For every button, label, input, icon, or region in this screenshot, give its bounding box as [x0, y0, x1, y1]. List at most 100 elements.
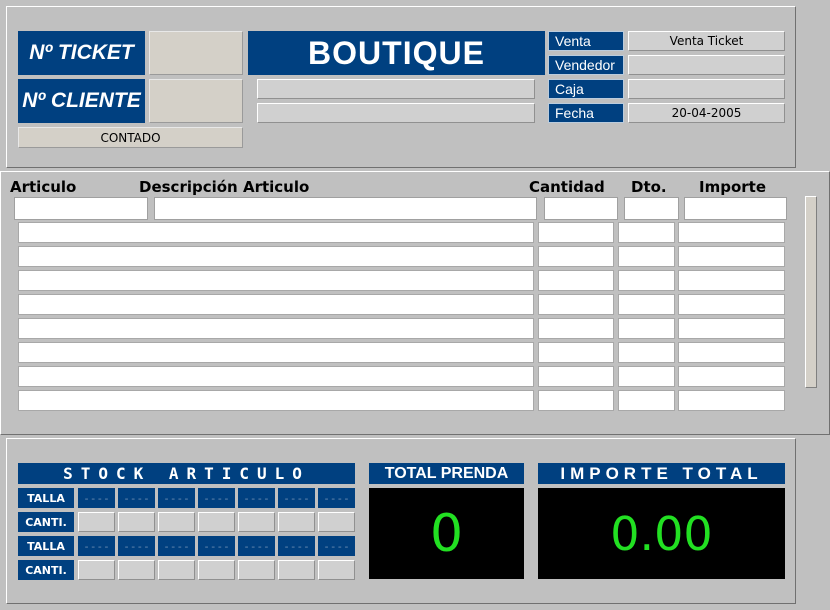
talla-cell: ---- [238, 488, 275, 508]
talla-cell: ---- [278, 488, 315, 508]
line-desc-cell[interactable] [18, 294, 534, 315]
total-prenda-display: 0 [369, 488, 524, 579]
col-header-dto: Dto. [631, 178, 667, 196]
cliente-number-field[interactable] [149, 79, 243, 123]
caja-label: Caja [548, 79, 624, 99]
line-dto-cell[interactable] [618, 342, 675, 363]
line-dto-cell[interactable] [618, 294, 675, 315]
canti-cell [318, 560, 355, 580]
line-importe-cell[interactable] [678, 342, 785, 363]
caja-field[interactable] [628, 79, 785, 99]
talla-cell: ---- [198, 536, 235, 556]
lines-scrollbar[interactable] [805, 196, 817, 388]
canti-cell [238, 512, 275, 532]
col-header-cantidad: Cantidad [529, 178, 605, 196]
talla-cell: ---- [78, 488, 115, 508]
importe-total-label: IMPORTE TOTAL [538, 463, 785, 484]
cantidad-input[interactable] [544, 197, 618, 220]
line-desc-cell[interactable] [18, 390, 534, 411]
importe-total-value: 0.00 [610, 506, 713, 561]
col-header-importe: Importe [699, 178, 766, 196]
canti-cell [78, 560, 115, 580]
col-header-articulo: Articulo [10, 178, 77, 196]
talla-cell: ---- [78, 536, 115, 556]
talla-cell: ---- [158, 488, 195, 508]
line-dto-cell[interactable] [618, 246, 675, 267]
total-prenda-label: TOTAL PRENDA [369, 463, 524, 484]
fecha-label: Fecha [548, 103, 624, 123]
talla-cell: ---- [318, 488, 355, 508]
line-importe-cell[interactable] [678, 366, 785, 387]
descripcion-input[interactable] [154, 197, 537, 220]
canti-cell [78, 512, 115, 532]
canti-cell [198, 560, 235, 580]
line-desc-cell[interactable] [18, 318, 534, 339]
canti-cell [118, 560, 155, 580]
ticket-label: Nº TICKET [18, 31, 145, 75]
talla-cell: ---- [318, 536, 355, 556]
canti-cell [278, 512, 315, 532]
line-desc-cell[interactable] [18, 270, 534, 291]
articulo-input[interactable] [14, 197, 148, 220]
canti-cell [158, 560, 195, 580]
talla-cell: ---- [118, 536, 155, 556]
importe-total-display: 0.00 [538, 488, 785, 579]
talla-cell: ---- [278, 536, 315, 556]
vendedor-label: Vendedor [548, 55, 624, 75]
line-cantidad-cell[interactable] [538, 366, 614, 387]
line-importe-cell[interactable] [678, 294, 785, 315]
line-cantidad-cell[interactable] [538, 342, 614, 363]
canti-cell [158, 512, 195, 532]
line-importe-cell[interactable] [678, 270, 785, 291]
line-cantidad-cell[interactable] [538, 270, 614, 291]
col-header-descripcion: Descripción Articulo [139, 178, 310, 196]
talla-cell: ---- [198, 488, 235, 508]
venta-field[interactable]: Venta Ticket [628, 31, 785, 51]
canti-label: CANTI. [18, 560, 74, 580]
line-importe-cell[interactable] [678, 222, 785, 243]
canti-cell [118, 512, 155, 532]
total-prenda-value: 0 [429, 503, 464, 564]
line-dto-cell[interactable] [618, 222, 675, 243]
line-importe-cell[interactable] [678, 246, 785, 267]
client-name-field[interactable] [257, 79, 535, 99]
importe-input[interactable] [684, 197, 787, 220]
talla-label: TALLA [18, 536, 74, 556]
line-cantidad-cell[interactable] [538, 318, 614, 339]
line-dto-cell[interactable] [618, 318, 675, 339]
line-cantidad-cell[interactable] [538, 246, 614, 267]
dto-input[interactable] [624, 197, 679, 220]
vendedor-field[interactable] [628, 55, 785, 75]
canti-cell [238, 560, 275, 580]
talla-cell: ---- [158, 536, 195, 556]
talla-label: TALLA [18, 488, 74, 508]
line-cantidad-cell[interactable] [538, 390, 614, 411]
line-dto-cell[interactable] [618, 270, 675, 291]
line-dto-cell[interactable] [618, 390, 675, 411]
line-dto-cell[interactable] [618, 366, 675, 387]
line-desc-cell[interactable] [18, 342, 534, 363]
line-importe-cell[interactable] [678, 318, 785, 339]
fecha-field[interactable]: 20-04-2005 [628, 103, 785, 123]
client-address-field[interactable] [257, 103, 535, 123]
contado-button[interactable]: CONTADO [18, 127, 243, 148]
line-cantidad-cell[interactable] [538, 222, 614, 243]
line-desc-cell[interactable] [18, 222, 534, 243]
ticket-number-field[interactable] [149, 31, 243, 75]
canti-cell [198, 512, 235, 532]
line-desc-cell[interactable] [18, 366, 534, 387]
line-desc-cell[interactable] [18, 246, 534, 267]
cliente-label: Nº CLIENTE [18, 79, 145, 123]
talla-cell: ---- [238, 536, 275, 556]
line-importe-cell[interactable] [678, 390, 785, 411]
line-cantidad-cell[interactable] [538, 294, 614, 315]
talla-cell: ---- [118, 488, 155, 508]
canti-cell [318, 512, 355, 532]
venta-label: Venta [548, 31, 624, 51]
importe-total-label-text: IMPORTE TOTAL [560, 463, 763, 483]
shop-title: BOUTIQUE [248, 31, 545, 75]
canti-label: CANTI. [18, 512, 74, 532]
header-panel-right-gap [796, 6, 830, 168]
stock-articulo-title: STOCK ARTICULO [18, 463, 355, 484]
total-prenda-label-text: TOTAL PRENDA [384, 464, 509, 482]
